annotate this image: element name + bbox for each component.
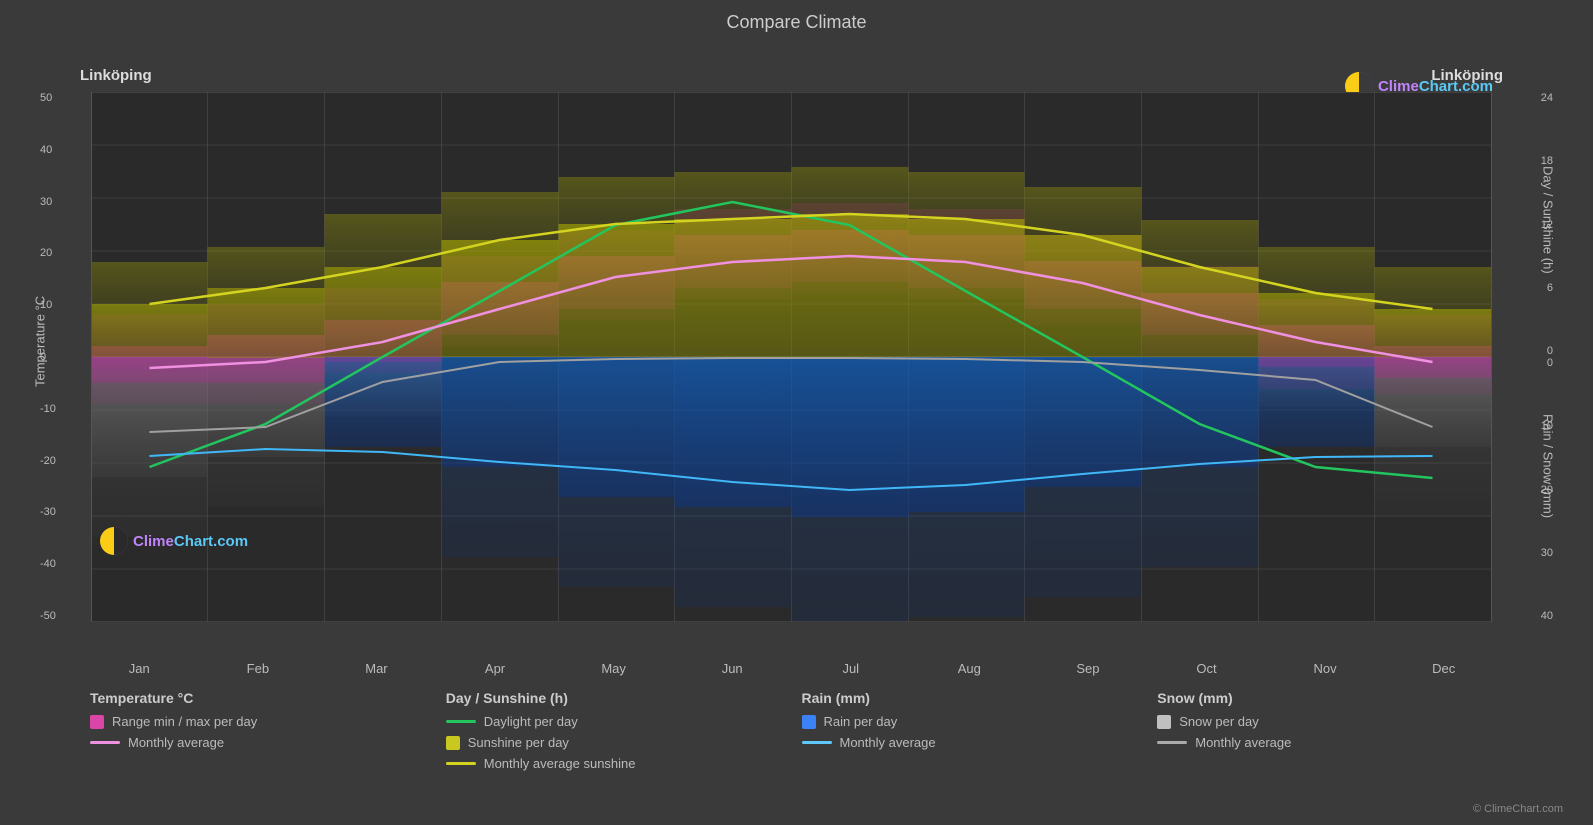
- legend-item-rain-avg: Monthly average: [802, 735, 1158, 750]
- logo-icon-bottom: [100, 527, 128, 555]
- month-jun: Jun: [673, 661, 792, 676]
- page-title: Compare Climate: [0, 0, 1593, 37]
- legend-line-sunshine-avg: [446, 762, 476, 765]
- month-labels-row: Jan Feb Mar Apr May Jun Jul Aug Sep Oct …: [80, 657, 1503, 682]
- legend-item-sunshine-bar: Sunshine per day: [446, 735, 802, 750]
- month-aug: Aug: [910, 661, 1029, 676]
- legend-title-rain: Rain (mm): [802, 690, 1158, 706]
- month-sep: Sep: [1029, 661, 1148, 676]
- month-dec: Dec: [1384, 661, 1503, 676]
- month-jul: Jul: [791, 661, 910, 676]
- legend-icon-rain: [802, 715, 816, 729]
- city-label-left: Linköping: [80, 67, 152, 84]
- month-apr: Apr: [436, 661, 555, 676]
- legend-title-snow: Snow (mm): [1157, 690, 1513, 706]
- legend-line-snow-avg: [1157, 741, 1187, 744]
- copyright: © ClimeChart.com: [1473, 803, 1563, 815]
- month-oct: Oct: [1147, 661, 1266, 676]
- legend-item-snow-avg: Monthly average: [1157, 735, 1513, 750]
- legend-col-rain: Rain (mm) Rain per day Monthly average: [802, 690, 1158, 771]
- month-mar: Mar: [317, 661, 436, 676]
- y-axis-right-top: 24 18 12 6 0: [1541, 92, 1553, 357]
- legend-line-daylight: [446, 720, 476, 723]
- month-may: May: [554, 661, 673, 676]
- month-nov: Nov: [1266, 661, 1385, 676]
- legend-line-temp-avg: [90, 741, 120, 744]
- legend-col-temperature: Temperature °C Range min / max per day M…: [90, 690, 446, 771]
- legend-item-temp-avg: Monthly average: [90, 735, 446, 750]
- logo-bottom: ClimeChart.com: [100, 527, 248, 555]
- legend-item-rain-bar: Rain per day: [802, 714, 1158, 729]
- legend-item-sunshine-avg: Monthly average sunshine: [446, 756, 802, 771]
- logo-text-bottom: ClimeChart.com: [133, 533, 248, 550]
- legend-area: Temperature °C Range min / max per day M…: [80, 690, 1513, 771]
- chart-svg: [80, 92, 1503, 622]
- legend-col-snow: Snow (mm) Snow per day Monthly average: [1157, 690, 1513, 771]
- month-feb: Feb: [199, 661, 318, 676]
- legend-title-temperature: Temperature °C: [90, 690, 446, 706]
- legend-icon-temp-range: [90, 715, 104, 729]
- legend-icon-sunshine: [446, 736, 460, 750]
- legend-item-temp-range: Range min / max per day: [90, 714, 446, 729]
- y-axis-right-bottom: 0 10 20 30 40: [1541, 357, 1553, 622]
- legend-icon-snow: [1157, 715, 1171, 729]
- main-container: Compare Climate Linköping Linköping Clim…: [0, 0, 1593, 825]
- month-jan: Jan: [80, 661, 199, 676]
- legend-title-sunshine: Day / Sunshine (h): [446, 690, 802, 706]
- legend-col-sunshine: Day / Sunshine (h) Daylight per day Suns…: [446, 690, 802, 771]
- y-axis-left: 50 40 30 20 10 0 -10 -20 -30 -40 -50: [40, 92, 56, 622]
- legend-item-snow-bar: Snow per day: [1157, 714, 1513, 729]
- legend-line-rain-avg: [802, 741, 832, 744]
- legend-item-daylight: Daylight per day: [446, 714, 802, 729]
